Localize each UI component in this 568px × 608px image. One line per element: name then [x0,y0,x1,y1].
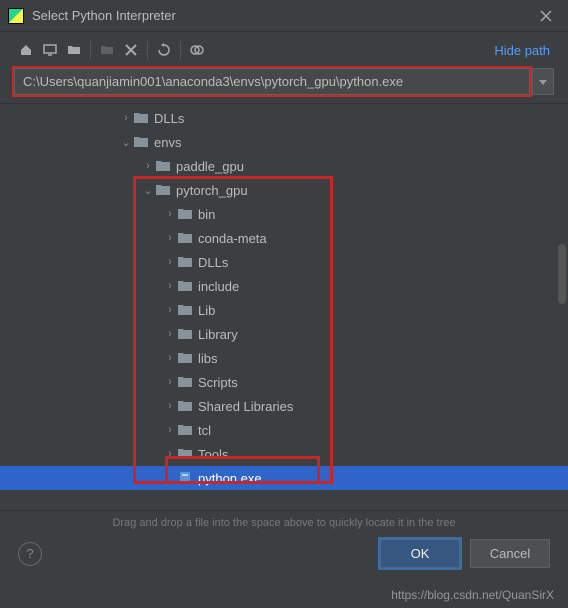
dialog-title: Select Python Interpreter [32,8,532,23]
separator [90,41,91,59]
folder-icon [178,448,192,460]
pycharm-logo-icon [8,8,24,24]
refresh-icon[interactable] [152,38,176,62]
expander-icon[interactable]: › [162,328,178,340]
expander-icon[interactable]: › [140,160,156,172]
python-file-icon [178,471,192,485]
expander-icon[interactable]: › [162,280,178,292]
tree-row[interactable]: › tcl [0,418,568,442]
folder-icon [178,376,192,388]
project-icon[interactable] [62,38,86,62]
tree-item-label: tcl [198,423,211,438]
toolbar: Hide path [0,32,568,68]
show-hidden-icon[interactable] [185,38,209,62]
expander-icon[interactable]: › [118,112,134,124]
folder-icon [178,232,192,244]
footer: ? OK Cancel [0,539,568,582]
separator [180,41,181,59]
expander-icon[interactable]: › [162,448,178,460]
folder-icon [178,280,192,292]
tree-item-label: include [198,279,239,294]
folder-icon [156,184,170,196]
tree-item-label: libs [198,351,218,366]
delete-icon[interactable] [119,38,143,62]
folder-icon [156,160,170,172]
new-folder-icon[interactable] [95,38,119,62]
tree-item-label: bin [198,207,215,222]
folder-icon [178,352,192,364]
tree-item-label: paddle_gpu [176,159,244,174]
tree-row[interactable]: › bin [0,202,568,226]
tree-row[interactable]: ⌄ pytorch_gpu [0,178,568,202]
close-button[interactable] [532,10,560,22]
tree-item-label: DLLs [198,255,228,270]
tree-item-label: Shared Libraries [198,399,293,414]
folder-icon [134,136,148,148]
tree-row[interactable]: python.exe [0,466,568,490]
tree-row[interactable]: ⌄ envs [0,130,568,154]
folder-icon [178,256,192,268]
tree-item-label: Lib [198,303,215,318]
folder-icon [178,424,192,436]
tree-item-label: python.exe [198,471,262,486]
expander-icon[interactable]: › [162,376,178,388]
ok-button[interactable]: OK [380,539,460,568]
path-input[interactable] [14,68,530,95]
tree-row[interactable]: › libs [0,346,568,370]
folder-icon [178,400,192,412]
cancel-button[interactable]: Cancel [470,539,550,568]
tree-row[interactable]: › Library [0,322,568,346]
expander-icon[interactable]: ⌄ [118,136,134,149]
watermark: https://blog.csdn.net/QuanSirX [391,588,554,602]
folder-icon [178,328,192,340]
expander-icon[interactable]: › [162,304,178,316]
tree-item-label: pytorch_gpu [176,183,248,198]
home-icon[interactable] [14,38,38,62]
folder-icon [134,112,148,124]
tree-row[interactable]: › conda-meta [0,226,568,250]
tree-row[interactable]: › paddle_gpu [0,154,568,178]
tree-row[interactable]: › Tools [0,442,568,466]
tree-item-label: Library [198,327,238,342]
tree-row[interactable]: › DLLs [0,250,568,274]
tree-item-label: Tools [198,447,228,462]
folder-icon [178,304,192,316]
path-history-dropdown[interactable] [532,68,554,95]
expander-icon[interactable]: › [162,424,178,436]
tree-row[interactable]: › Lib [0,298,568,322]
tree-item-label: Scripts [198,375,238,390]
path-row [0,68,568,103]
expander-icon[interactable]: › [162,232,178,244]
expander-icon[interactable]: › [162,256,178,268]
help-button[interactable]: ? [18,542,42,566]
titlebar: Select Python Interpreter [0,0,568,32]
expander-icon[interactable]: › [162,208,178,220]
expander-icon[interactable]: › [162,352,178,364]
expander-icon[interactable]: ⌄ [140,184,156,197]
scrollbar-thumb[interactable] [558,244,566,304]
drop-hint: Drag and drop a file into the space abov… [0,511,568,539]
tree-row[interactable]: › Shared Libraries [0,394,568,418]
desktop-icon[interactable] [38,38,62,62]
hide-path-link[interactable]: Hide path [494,43,554,58]
tree-item-label: conda-meta [198,231,267,246]
expander-icon[interactable]: › [162,400,178,412]
folder-icon [178,208,192,220]
tree-item-label: envs [154,135,181,150]
tree-item-label: DLLs [154,111,184,126]
file-tree[interactable]: › DLLs ⌄ envs › paddle_gpu ⌄ pytorch_gpu › bin › co… [0,103,568,511]
tree-row[interactable]: › include [0,274,568,298]
separator [147,41,148,59]
tree-row[interactable]: › DLLs [0,106,568,130]
tree-row[interactable]: › Scripts [0,370,568,394]
